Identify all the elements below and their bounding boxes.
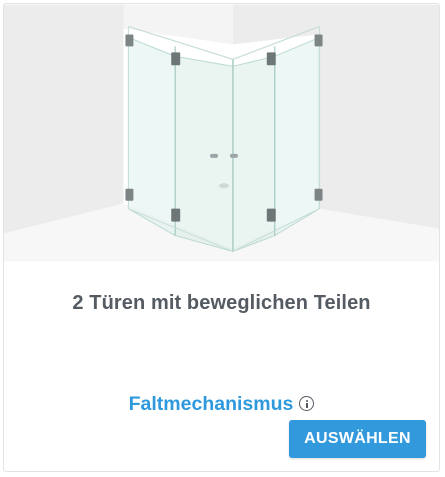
product-option-card[interactable]: 2 Türen mit beweglichen Teilen Faltmecha…	[3, 3, 440, 472]
option-title: 2 Türen mit beweglichen Teilen	[72, 292, 371, 314]
select-button[interactable]: AUSWÄHLEN	[289, 420, 426, 458]
info-icon[interactable]	[299, 396, 315, 411]
shower-illustration	[4, 4, 439, 262]
mechanism-label[interactable]: Faltmechanismus	[129, 393, 294, 415]
mechanism-info[interactable]: Faltmechanismus	[4, 393, 439, 416]
